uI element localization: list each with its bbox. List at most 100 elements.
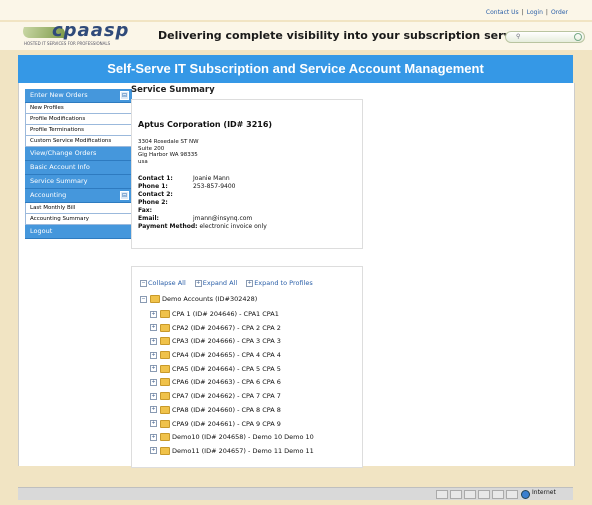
sidebar-item-basic-account-info[interactable]: Basic Account Info: [25, 161, 132, 175]
tree-node[interactable]: + CPA2 (ID# 204667) - CPA 2 CPA 2: [150, 322, 314, 336]
expand-toggle-icon[interactable]: +: [150, 337, 157, 345]
folder-icon: [160, 310, 170, 318]
title-band: Self-Serve IT Subscription and Service A…: [18, 55, 573, 83]
logo-tagline: HOSTED IT SERVICES FOR PROFESSIONALS: [24, 41, 111, 46]
sidebar-item-enter-new-orders[interactable]: Enter New Orders ⊟: [25, 89, 132, 103]
top-strip: Contact Us | Login | Order: [0, 0, 592, 20]
content-frame: Enter New Orders ⊟ New Profiles Profile Mod…: [18, 83, 575, 468]
sidebar-item-label: Accounting: [30, 191, 67, 199]
tree-node-label: CPA5 (ID# 204664) - CPA 5 CPA 5: [172, 364, 281, 373]
tree-node[interactable]: + CPA3 (ID# 204666) - CPA 3 CPA 3: [150, 335, 314, 349]
browser-status-bar: Internet: [18, 487, 573, 500]
folder-icon: [160, 433, 170, 442]
sidebar-item-new-profiles[interactable]: New Profiles: [25, 103, 132, 114]
tree-node[interactable]: + CPA4 (ID# 204665) - CPA 4 CPA 4: [150, 349, 314, 363]
status-segment: [464, 490, 476, 499]
folder-icon: [160, 405, 170, 414]
section-title: Service Summary: [131, 85, 215, 95]
expand-all-button[interactable]: + Expand All: [194, 279, 238, 287]
tree-node[interactable]: + CPA5 (ID# 204664) - CPA 5 CPA 5: [150, 363, 314, 377]
sidebar-item-last-monthly-bill[interactable]: Last Monthly Bill: [25, 203, 132, 214]
cpaasp-logo[interactable]: cpaasp HOSTED IT SERVICES FOR PROFESSION…: [19, 20, 132, 48]
sidebar-item-logout[interactable]: Logout: [25, 225, 132, 239]
expand-toggle-icon[interactable]: +: [150, 378, 157, 386]
sidebar-item-label: Logout: [30, 227, 53, 235]
tree-node[interactable]: + CPA9 (ID# 204661) - CPA 9 CPA 9: [150, 418, 314, 432]
tree-node-label: CPA8 (ID# 204660) - CPA 8 CPA 8: [172, 405, 281, 414]
globe-icon: [521, 490, 530, 499]
expand-toggle-icon[interactable]: +: [150, 420, 157, 427]
sidebar-item-label: Custom Service Modifications: [30, 138, 112, 144]
expand-toggle-icon[interactable]: +: [150, 310, 157, 318]
phone1-row: Phone 1: 253-857-9400: [138, 183, 272, 191]
contact1-row: Contact 1: Joanie Mann: [138, 175, 272, 183]
contact-block: Contact 1: Joanie Mann Phone 1: 253-857-94…: [138, 175, 272, 231]
status-segment: [436, 490, 448, 499]
sidebar-item-accounting[interactable]: Accounting ⊟: [25, 189, 132, 203]
tree-node-label: Demo10 (ID# 204658) - Demo 10 Demo 10: [172, 433, 314, 442]
contact-us-link[interactable]: Contact Us: [486, 9, 519, 16]
expand-toggle-icon[interactable]: +: [150, 433, 157, 441]
status-segment: [492, 490, 504, 499]
search-icon: ⚲: [516, 33, 521, 40]
collapse-section-icon[interactable]: ⊟: [120, 91, 129, 100]
fax-label: Fax:: [138, 207, 153, 214]
folder-icon: [160, 364, 170, 373]
payment-value: electronic invoice only: [199, 223, 267, 230]
phone1-value: 253-857-9400: [193, 183, 236, 190]
expand-to-profiles-button[interactable]: + Expand to Profiles: [246, 279, 313, 287]
expand-icon: +: [194, 279, 202, 287]
email-value[interactable]: jmann@insynq.com: [193, 215, 252, 222]
expand-all-label: Expand All: [202, 279, 238, 287]
folder-icon: [160, 446, 170, 455]
sidebar-item-view-change-orders[interactable]: View/Change Orders: [25, 147, 132, 161]
expand-toggle-icon[interactable]: +: [150, 392, 157, 400]
expand-to-profiles-label: Expand to Profiles: [254, 279, 313, 287]
status-segment: [450, 490, 462, 499]
tree-node[interactable]: + CPA7 (ID# 204662) - CPA 7 CPA 7: [150, 390, 314, 404]
fax-row: Fax:: [138, 207, 272, 215]
tree-node-list: + CPA 1 (ID# 204646) - CPA1 CPA1 + CPA2 (ID…: [150, 308, 314, 459]
expand-toggle-icon[interactable]: +: [150, 447, 157, 455]
login-link[interactable]: Login: [527, 9, 543, 16]
zone-label: Internet: [532, 489, 556, 496]
folder-icon: [160, 419, 170, 428]
expand-toggle-icon[interactable]: +: [150, 365, 157, 373]
company-name: Aptus Corporation (ID# 3216): [138, 120, 273, 129]
tree-node[interactable]: + Demo10 (ID# 204658) - Demo 10 Demo 10: [150, 431, 314, 445]
order-link[interactable]: Order: [551, 9, 568, 16]
tree-node[interactable]: + CPA8 (ID# 204660) - CPA 8 CPA 8: [150, 404, 314, 418]
collapse-toggle-icon[interactable]: −: [140, 295, 147, 303]
tree-node-label: CPA 1 (ID# 204646) - CPA1 CPA1: [172, 310, 279, 318]
tree-root[interactable]: − Demo Accounts (ID#302428): [140, 295, 257, 303]
account-tree: − Collapse All + Expand All + Expand to Profi…: [131, 266, 363, 468]
sidebar-item-profile-modifications[interactable]: Profile Modifications: [25, 114, 132, 125]
expand-toggle-icon[interactable]: +: [150, 406, 157, 414]
collapse-icon: −: [140, 279, 147, 287]
expand-icon: +: [246, 279, 254, 287]
tree-node[interactable]: + CPA6 (ID# 204663) - CPA 6 CPA 6: [150, 376, 314, 390]
header-tagline: Delivering complete visibility into your…: [158, 29, 535, 42]
tree-node[interactable]: + Demo11 (ID# 204657) - Demo 11 Demo 11: [150, 445, 314, 459]
sidebar-item-label: Basic Account Info: [30, 163, 90, 171]
tree-node-label: CPA4 (ID# 204665) - CPA 4 CPA 4: [172, 351, 281, 360]
top-links: Contact Us | Login | Order: [485, 9, 568, 16]
site-header: cpaasp HOSTED IT SERVICES FOR PROFESSION…: [0, 20, 592, 50]
sidebar-item-profile-terminations[interactable]: Profile Terminations: [25, 125, 132, 136]
page-title: Self-Serve IT Subscription and Service A…: [107, 61, 484, 76]
sidebar-item-custom-service-modifications[interactable]: Custom Service Modifications: [25, 136, 132, 147]
sidebar-item-service-summary[interactable]: Service Summary: [25, 175, 132, 189]
collapse-all-button[interactable]: − Collapse All: [140, 279, 186, 287]
expand-toggle-icon[interactable]: +: [150, 324, 157, 332]
payment-row: Payment Method: electronic invoice only: [138, 223, 272, 231]
sidebar-item-accounting-summary[interactable]: Accounting Summary: [25, 214, 132, 225]
expand-toggle-icon[interactable]: +: [150, 351, 157, 359]
contact1-value: Joanie Mann: [193, 175, 230, 182]
status-segment: [506, 490, 518, 499]
collapse-section-icon[interactable]: ⊟: [120, 191, 129, 200]
sidebar-item-label: New Profiles: [30, 105, 64, 111]
search-input[interactable]: ⚲: [505, 31, 585, 43]
search-go-icon[interactable]: [574, 33, 582, 41]
tree-root-label: Demo Accounts (ID#302428): [162, 295, 258, 303]
tree-node[interactable]: + CPA 1 (ID# 204646) - CPA1 CPA1: [150, 308, 314, 322]
